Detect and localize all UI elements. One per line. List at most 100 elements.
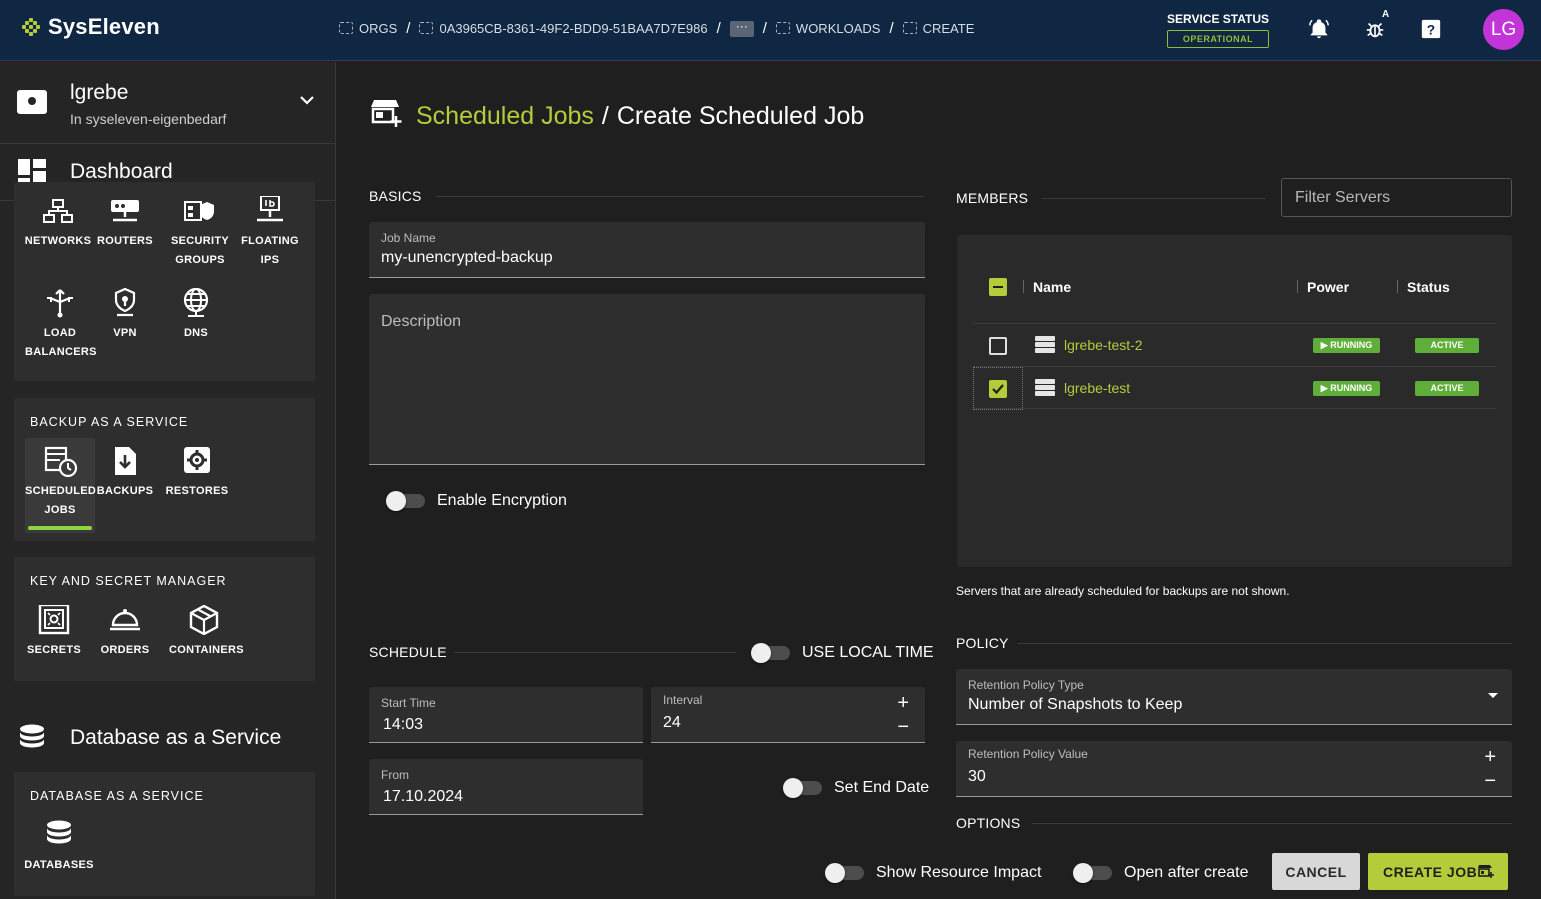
- tile-label: LOAD BALANCERS: [25, 327, 97, 358]
- server-icon: [1035, 336, 1055, 356]
- sidebar-item-scheduled-jobs[interactable]: SCHEDULED JOBS: [25, 438, 97, 533]
- table-row[interactable]: lgrebe-test-2 ▶ RUNNING ACTIVE: [973, 323, 1496, 366]
- vpn-icon: [109, 287, 141, 318]
- filter-servers-input[interactable]: [1281, 178, 1512, 217]
- breadcrumb-workloads[interactable]: WORKLOADS: [775, 21, 881, 36]
- column-separator: [1397, 280, 1398, 293]
- column-header-status[interactable]: Status: [1407, 279, 1450, 295]
- show-resource-impact-toggle[interactable]: Show Resource Impact: [825, 863, 1041, 883]
- select-all-checkbox[interactable]: [989, 278, 1007, 296]
- retention-policy-value-stepper[interactable]: Retention Policy Value 30 + −: [956, 741, 1512, 797]
- toggle-track: [783, 778, 822, 798]
- sidebar-item-security-groups[interactable]: SECURITY GROUPS: [165, 196, 235, 270]
- create-icon: [902, 21, 917, 34]
- enable-encryption-toggle[interactable]: Enable Encryption: [386, 491, 567, 511]
- use-local-time-toggle[interactable]: USE LOCAL TIME: [751, 643, 934, 663]
- from-date-field[interactable]: From 17.10.2024: [369, 759, 643, 815]
- toggle-track: [1073, 863, 1112, 883]
- toggle-track: [825, 863, 864, 883]
- sidebar-item-dns[interactable]: DNS: [161, 287, 231, 343]
- orders-icon: [109, 605, 141, 635]
- breadcrumb-separator: /: [889, 20, 894, 37]
- members-note: Servers that are already scheduled for b…: [956, 584, 1290, 598]
- sidebar-item-label: Database as a Service: [70, 726, 282, 749]
- field-value: Number of Snapshots to Keep: [968, 696, 1183, 713]
- retention-policy-type-select[interactable]: Retention Policy Type Number of Snapshot…: [956, 669, 1512, 725]
- server-name-link[interactable]: lgrebe-test: [1064, 380, 1130, 396]
- field-value: 30: [968, 768, 986, 785]
- sidebar-item-databases[interactable]: DATABASES: [24, 820, 94, 875]
- user-avatar[interactable]: LG: [1483, 9, 1524, 50]
- tile-label: SCHEDULED JOBS: [25, 485, 97, 516]
- row-checkbox[interactable]: [989, 380, 1007, 398]
- sidebar-item-backups[interactable]: BACKUPS: [90, 446, 160, 501]
- job-name-field[interactable]: Job Name my-unencrypted-backup: [369, 222, 925, 278]
- create-job-button[interactable]: CREATE JOB: [1368, 853, 1508, 890]
- status-badge: ACTIVE: [1415, 381, 1479, 396]
- decrement-icon[interactable]: −: [897, 715, 909, 739]
- toggle-label: USE LOCAL TIME: [802, 644, 934, 661]
- sidebar-item-routers[interactable]: ROUTERS: [90, 196, 160, 251]
- toggle-knob: [1073, 863, 1093, 883]
- start-time-field[interactable]: Start Time 14:03: [369, 687, 643, 743]
- field-value: 17.10.2024: [383, 788, 464, 805]
- help-icon[interactable]: ?: [1420, 18, 1442, 40]
- increment-icon[interactable]: +: [897, 691, 909, 715]
- basics-heading: BASICS: [369, 188, 422, 204]
- breadcrumb-scheduled-jobs-link[interactable]: Scheduled Jobs: [416, 102, 594, 131]
- field-label: Retention Policy Value: [968, 747, 1088, 761]
- sys11-logo-icon: [22, 18, 40, 36]
- breadcrumb-label: CREATE: [922, 21, 975, 36]
- set-end-date-toggle[interactable]: Set End Date: [783, 778, 929, 798]
- sidebar-item-orders[interactable]: ORDERS: [90, 605, 160, 660]
- breadcrumb-org-id[interactable]: 0A3965CB-8361-49F2-BDD9-51BAA7D7E986: [419, 21, 708, 36]
- create-job-label: CREATE JOB: [1383, 863, 1478, 880]
- breadcrumb-orgs[interactable]: ORGS: [339, 21, 397, 36]
- column-header-power[interactable]: Power: [1307, 279, 1349, 295]
- tile-label: CONTAINERS: [169, 644, 244, 656]
- sidebar-item-floating-ips[interactable]: FLOATING IPS: [235, 195, 305, 270]
- service-status[interactable]: SERVICE STATUS OPERATIONAL: [1167, 12, 1270, 48]
- decrement-icon[interactable]: −: [1484, 769, 1496, 793]
- breadcrumb-create[interactable]: CREATE: [902, 21, 975, 36]
- field-label: From: [381, 768, 409, 782]
- sidebar-item-database-as-a-service[interactable]: Database as a Service: [0, 712, 335, 762]
- description-field[interactable]: Description: [369, 294, 925, 465]
- key-secret-card: KEY AND SECRET MANAGER SECRETS ORDERS CO…: [14, 557, 315, 681]
- sidebar-item-networks[interactable]: NETWORKS: [23, 196, 93, 251]
- column-header-name[interactable]: Name: [1033, 279, 1071, 295]
- logo[interactable]: SysEleven: [22, 14, 160, 40]
- breadcrumb-more-button[interactable]: ···: [729, 20, 754, 37]
- bug-icon[interactable]: A: [1364, 9, 1389, 40]
- sidebar-item-secrets[interactable]: SECRETS: [19, 603, 89, 660]
- tile-label: SECURITY GROUPS: [170, 235, 230, 266]
- sidebar-item-load-balancers[interactable]: LOAD BALANCERS: [25, 288, 97, 362]
- secrets-icon: [38, 603, 70, 635]
- security-groups-icon: [184, 196, 216, 226]
- sidebar-item-vpn[interactable]: VPN: [90, 287, 160, 343]
- project-switcher[interactable]: lgrebe In syseleven-eigenbedarf: [0, 62, 335, 144]
- breadcrumb-label: WORKLOADS: [795, 21, 881, 36]
- increment-icon[interactable]: +: [1484, 745, 1496, 769]
- cancel-button[interactable]: CANCEL: [1272, 853, 1360, 890]
- sidebar-item-restores[interactable]: RESTORES: [162, 446, 232, 501]
- filter-servers-text[interactable]: [1282, 179, 1511, 216]
- toggle-label: Open after create: [1124, 864, 1249, 881]
- workloads-icon: [775, 21, 790, 34]
- power-text: RUNNING: [1330, 383, 1373, 393]
- row-checkbox[interactable]: [989, 337, 1007, 355]
- schedule-heading: SCHEDULE: [369, 644, 447, 660]
- members-heading: MEMBERS: [956, 190, 1029, 206]
- table-row[interactable]: lgrebe-test ▶ RUNNING ACTIVE: [973, 366, 1496, 410]
- interval-stepper[interactable]: Interval 24 + −: [651, 687, 925, 743]
- server-name-link[interactable]: lgrebe-test-2: [1064, 337, 1143, 353]
- bell-icon[interactable]: [1308, 18, 1330, 40]
- sidebar: lgrebe In syseleven-eigenbedarf Dashboar…: [0, 62, 336, 899]
- chevron-down-icon: [300, 92, 314, 110]
- open-after-create-toggle[interactable]: Open after create: [1073, 863, 1249, 883]
- sidebar-item-containers[interactable]: CONTAINERS: [169, 604, 244, 660]
- dns-icon: [180, 287, 212, 318]
- field-label: Interval: [663, 693, 703, 707]
- tile-label: SECRETS: [26, 644, 82, 656]
- field-label: Job Name: [381, 231, 436, 245]
